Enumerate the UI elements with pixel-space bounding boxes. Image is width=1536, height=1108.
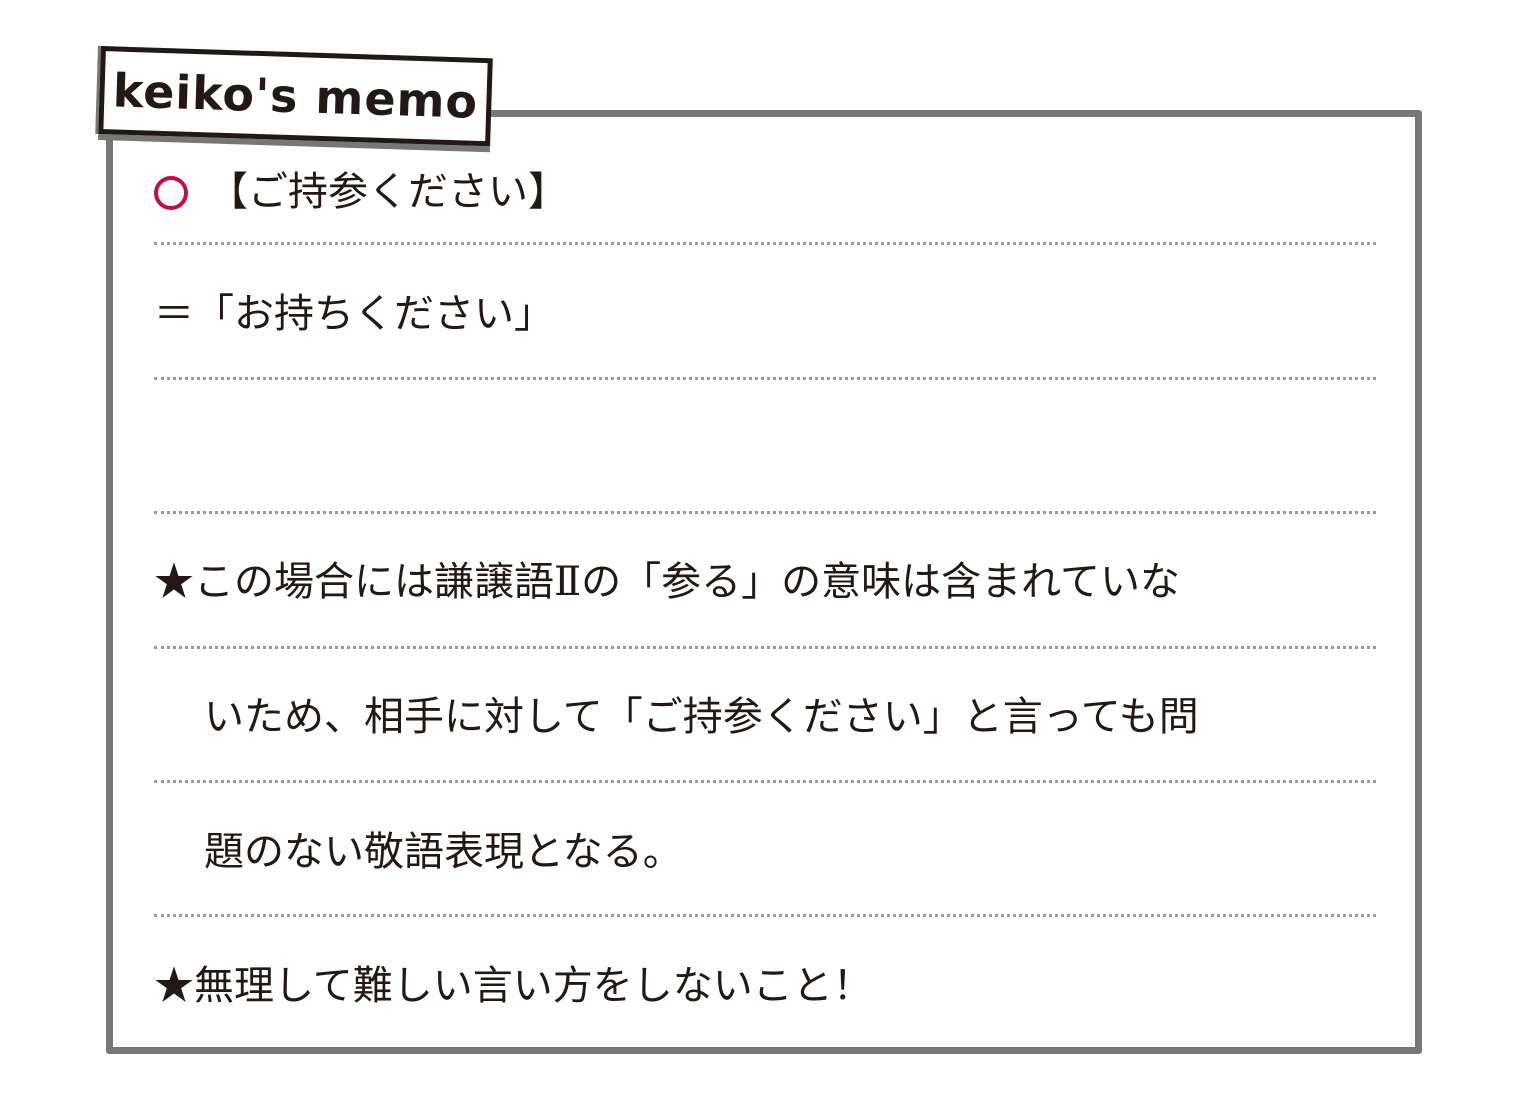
- memo-line-text: 【ご持参ください】: [208, 169, 568, 215]
- memo-line-text: ★無理して難しい言い方をしないこと！: [154, 963, 873, 1009]
- dotted-rule: [154, 646, 1376, 649]
- memo-line-text: いため、相手に対して「ご持参ください」と言っても問: [204, 694, 1199, 740]
- dotted-rule: [154, 377, 1376, 380]
- circle-icon: [154, 176, 188, 210]
- dotted-rule: [154, 780, 1376, 783]
- memo-line-text: ＝「お持ちください」: [154, 291, 554, 337]
- memo-line-text: 題のない敬語表現となる。: [204, 829, 683, 875]
- dotted-rule: [154, 914, 1376, 917]
- dotted-rule: [154, 511, 1376, 514]
- dotted-rule: [154, 242, 1376, 245]
- memo-line-text: ★この場合には謙譲語Ⅱの「参る」の意味は含まれていな: [154, 559, 1180, 605]
- memo-label-tab: keiko's memo: [98, 46, 493, 147]
- memo-label: keiko's memo: [112, 63, 479, 129]
